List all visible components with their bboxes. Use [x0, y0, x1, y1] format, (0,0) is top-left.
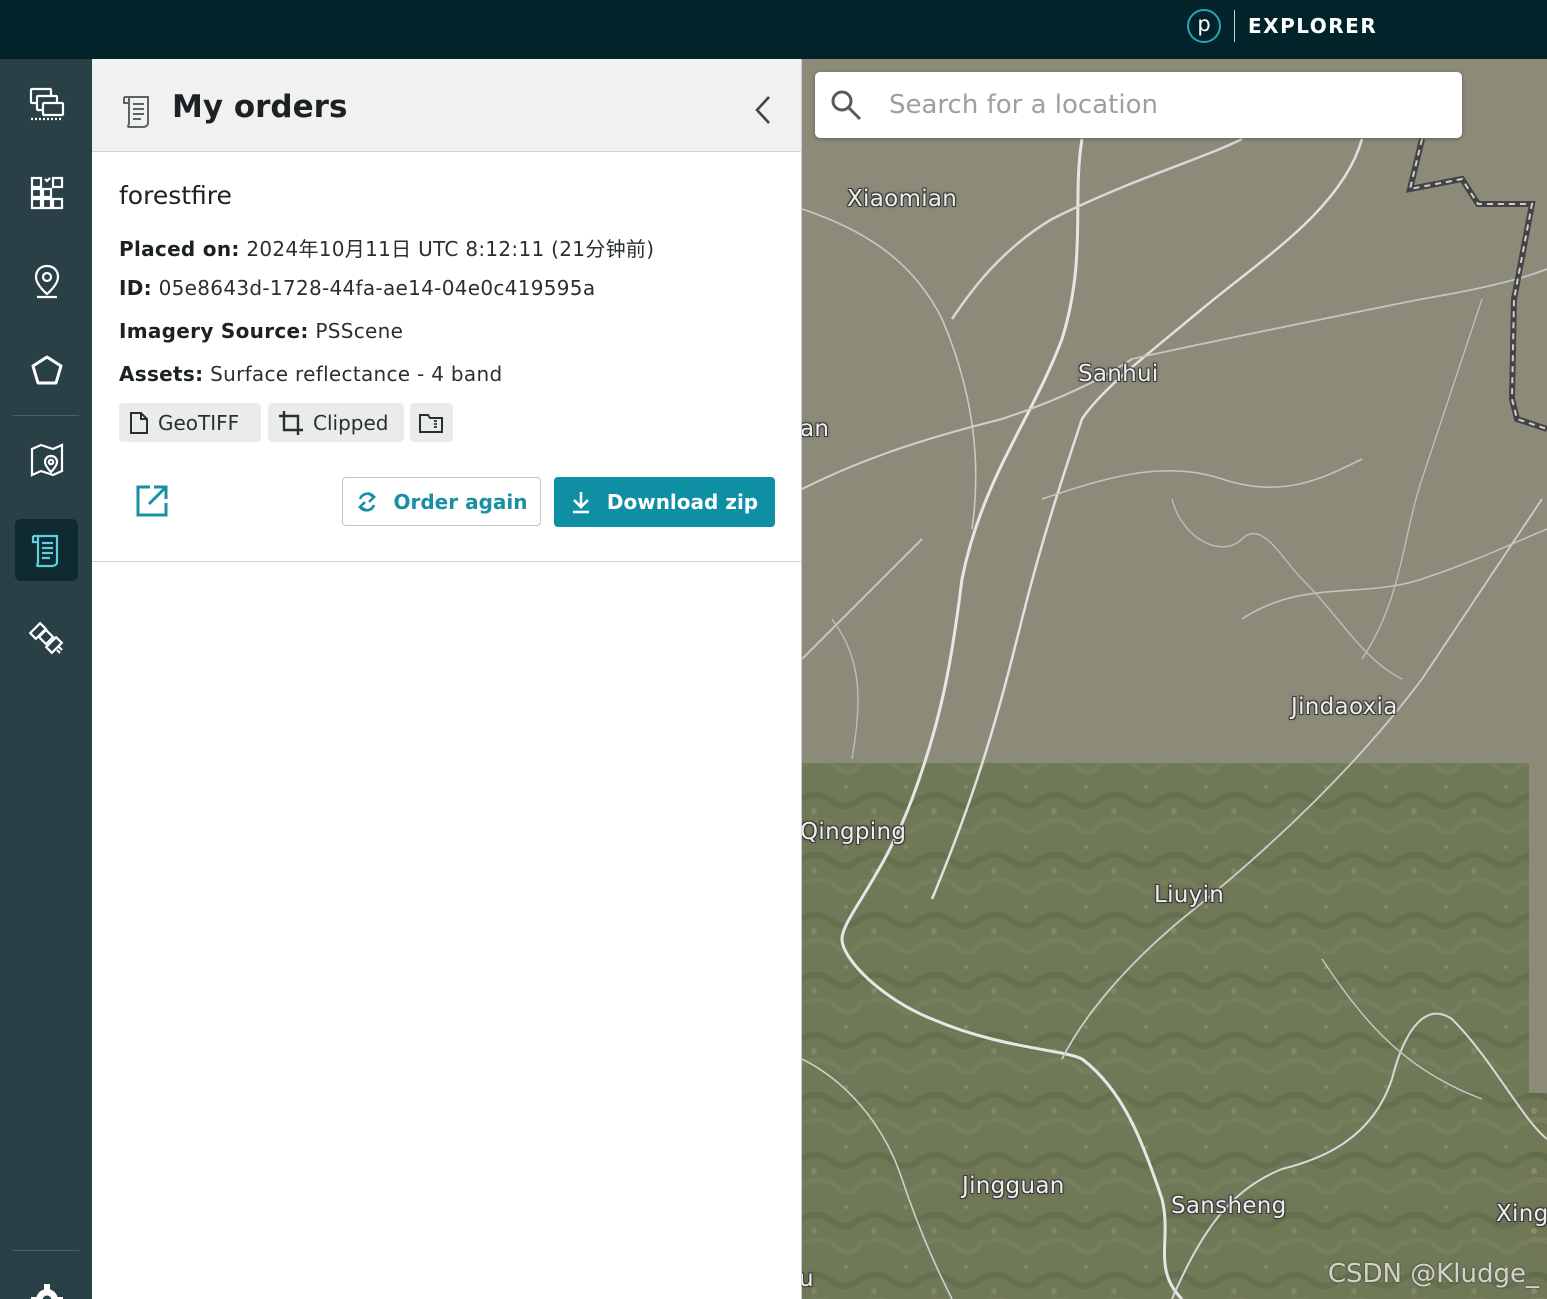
file-icon — [130, 411, 148, 434]
brand[interactable]: p EXPLORER — [1187, 9, 1377, 43]
gear-icon — [30, 1284, 63, 1299]
orders-panel: My orders forestfire Placed on: 2024年10月… — [92, 59, 802, 1299]
crop-icon — [279, 410, 303, 435]
map-label-liuyin: Liuyin — [1154, 882, 1225, 908]
location-search-input[interactable] — [889, 82, 1449, 128]
order-id-row: ID: 05e8643d-1728-44fa-ae14-04e0c419595a — [119, 276, 595, 300]
rail-item-settings[interactable] — [15, 1269, 78, 1299]
rail-item-orders[interactable] — [15, 519, 78, 581]
imagery-source-label: Imagery Source: — [119, 319, 309, 343]
order-id-label: ID: — [119, 276, 152, 300]
order-id-value: 05e8643d-1728-44fa-ae14-04e0c419595a — [158, 276, 596, 300]
top-bar: p EXPLORER — [0, 0, 1547, 59]
format-chip-label: GeoTIFF — [158, 410, 240, 435]
map-label-jindaoxia: Jindaoxia — [1291, 694, 1398, 720]
map-view[interactable]: Xiaomian Sanhui an Jindaoxia Qingping Li… — [802, 59, 1547, 1299]
folder-zip-icon — [419, 413, 443, 433]
assets-row: Assets: Surface reflectance - 4 band — [119, 362, 502, 386]
placed-on-row: Placed on: 2024年10月11日 UTC 8:12:11 (21分钟… — [119, 233, 654, 262]
assets-value: Surface reflectance - 4 band — [210, 362, 503, 386]
clip-chip-label: Clipped — [313, 410, 389, 435]
rail-item-multi-window[interactable] — [15, 73, 78, 135]
rail-item-polygon[interactable] — [15, 339, 78, 401]
map-label-qingping: Qingping — [802, 819, 907, 845]
format-chip: GeoTIFF — [119, 403, 261, 442]
page-title: My orders — [172, 89, 348, 125]
map-label-jingguan: Jingguan — [962, 1173, 1065, 1199]
collapse-panel-button[interactable] — [748, 93, 778, 127]
map-label-xing: Xing — [1496, 1201, 1547, 1227]
brand-divider — [1234, 10, 1235, 42]
folder-chip[interactable] — [410, 403, 453, 442]
map-label-an: an — [802, 416, 830, 442]
search-icon — [831, 90, 862, 121]
placed-on-value: 2024年10月11日 UTC 8:12:11 (21分钟前) — [246, 237, 655, 261]
refresh-icon — [357, 491, 376, 512]
left-rail — [0, 59, 92, 1299]
map-label-u: u — [802, 1266, 814, 1292]
rail-divider — [13, 415, 79, 416]
external-link-icon — [136, 485, 168, 517]
order-again-button[interactable]: Order again — [342, 477, 541, 526]
orders-receipt-icon — [31, 534, 58, 568]
orders-receipt-icon — [123, 96, 149, 128]
panel-header: My orders — [92, 59, 801, 152]
clip-chip: Clipped — [268, 403, 404, 442]
order-card: forestfire Placed on: 2024年10月11日 UTC 8:… — [92, 152, 801, 562]
brand-name: EXPLORER — [1248, 14, 1378, 38]
map-label-xiaomian: Xiaomian — [847, 186, 958, 212]
chevron-left-icon — [755, 96, 770, 124]
satellite-icon — [28, 621, 63, 655]
location-search-box — [815, 72, 1462, 138]
assets-label: Assets: — [119, 362, 204, 386]
map-label-sanhui: Sanhui — [1078, 361, 1159, 387]
rail-item-location[interactable] — [15, 250, 78, 312]
placed-on-label: Placed on: — [119, 237, 240, 261]
polygon-icon — [31, 355, 62, 385]
imagery-source-row: Imagery Source: PSScene — [119, 319, 403, 343]
rail-item-saved-areas[interactable] — [15, 429, 78, 491]
planet-logo-icon: p — [1187, 9, 1221, 43]
map-label-sansheng: Sansheng — [1171, 1193, 1287, 1219]
location-pin-icon — [34, 264, 59, 299]
watermark: CSDN @Kludge_ — [1327, 1259, 1539, 1289]
rail-item-qr[interactable] — [15, 162, 78, 224]
download-icon — [572, 492, 589, 514]
imagery-source-value: PSScene — [315, 319, 404, 343]
order-again-label: Order again — [393, 489, 528, 514]
map-basemap — [802, 59, 1547, 1299]
multi-window-icon — [29, 87, 64, 121]
qr-grid-icon — [30, 176, 63, 210]
rail-divider-bottom — [13, 1250, 79, 1251]
map-pin-icon — [30, 443, 63, 477]
rail-item-satellite[interactable] — [15, 607, 78, 669]
download-zip-label: Download zip — [606, 490, 759, 514]
open-external-link[interactable] — [134, 483, 170, 519]
order-name: forestfire — [119, 181, 232, 210]
download-zip-button[interactable]: Download zip — [554, 477, 775, 527]
